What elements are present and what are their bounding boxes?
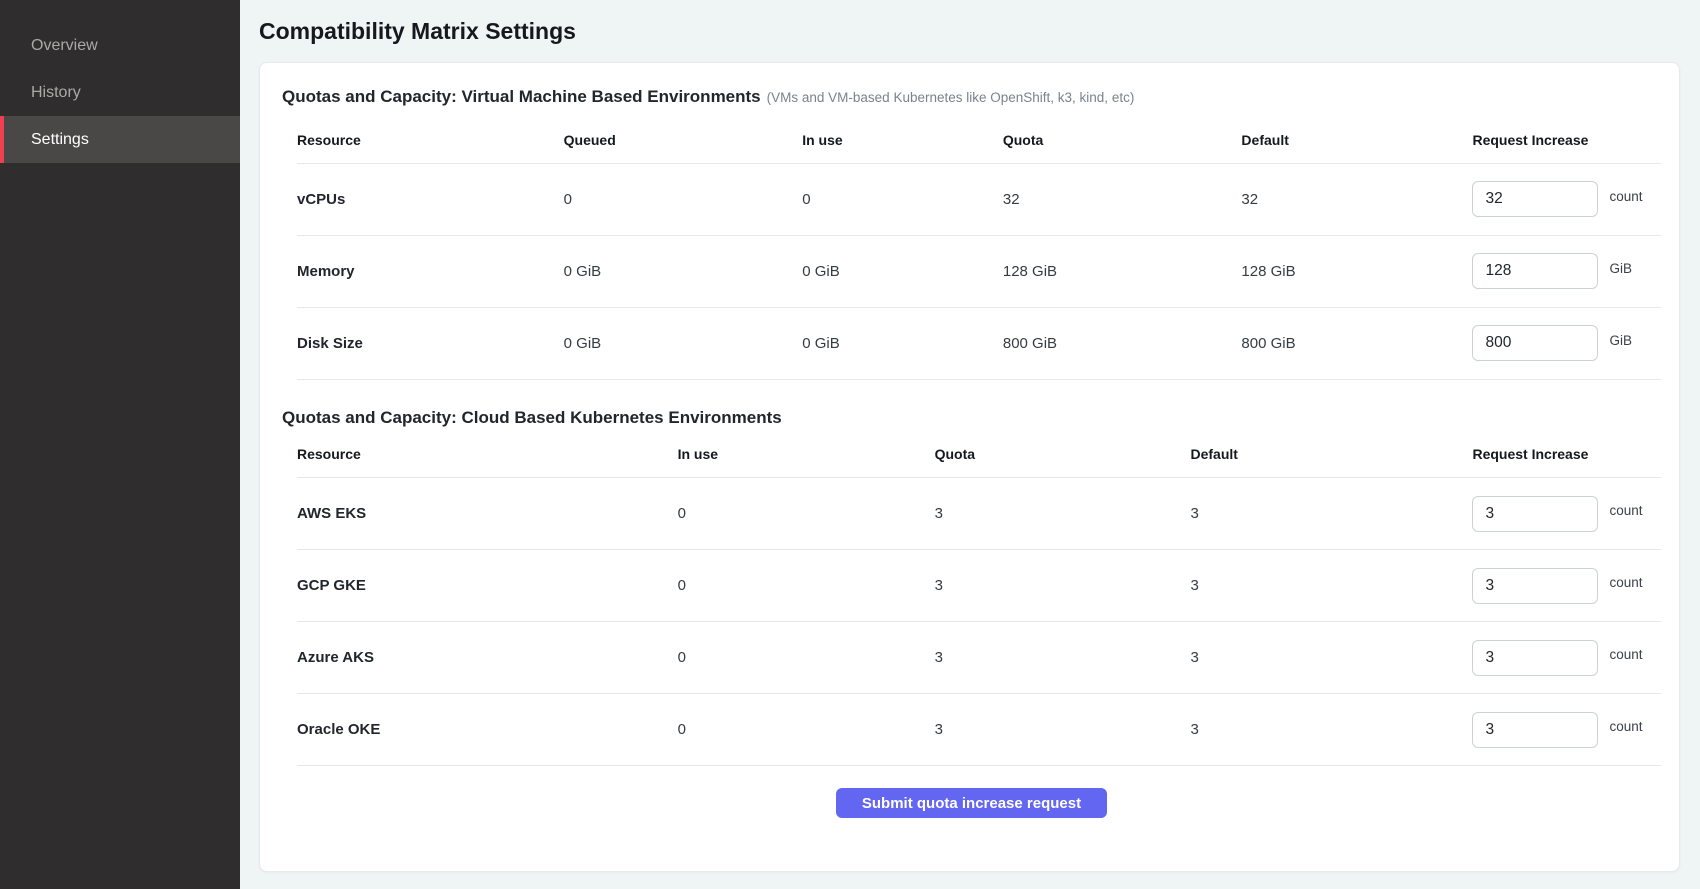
sidebar-item-label: Overview	[31, 37, 98, 55]
default-value: 3	[1191, 550, 1473, 622]
column-header-request-increase: Request Increase	[1472, 432, 1661, 478]
default-value: 3	[1191, 694, 1473, 766]
request-increase-input-memory[interactable]	[1472, 253, 1598, 289]
unit-label: GiB	[1609, 261, 1632, 276]
request-increase-cell: count	[1472, 550, 1661, 622]
vm_section-header-row: ResourceQueuedIn useQuotaDefaultRequest …	[297, 117, 1661, 163]
request-increase-input-disk-size[interactable]	[1472, 325, 1598, 361]
footer-row: Submit quota increase request	[282, 788, 1661, 818]
sidebar-item-overview[interactable]: Overview	[0, 22, 240, 69]
vm-section-subtitle: (VMs and VM-based Kubernetes like OpenSh…	[767, 90, 1135, 105]
vm_section-body: vCPUs003232countMemory0 GiB0 GiB128 GiB1…	[297, 163, 1661, 379]
main-content: Compatibility Matrix Settings Quotas and…	[240, 0, 1700, 889]
sidebar: Overview History Settings	[0, 0, 240, 889]
resource-name: Oracle OKE	[297, 694, 678, 766]
vm-quota-table: ResourceQueuedIn useQuotaDefaultRequest …	[297, 117, 1661, 380]
resource-name: GCP GKE	[297, 550, 678, 622]
resource-name: AWS EKS	[297, 478, 678, 550]
unit-label: count	[1609, 189, 1642, 204]
quota-value: 3	[935, 622, 1191, 694]
default-value: 128 GiB	[1241, 235, 1472, 307]
page-title: Compatibility Matrix Settings	[259, 18, 1680, 45]
settings-card: Quotas and Capacity: Virtual Machine Bas…	[259, 62, 1680, 872]
table-row-vcpus: vCPUs003232count	[297, 163, 1661, 235]
quota-value: 128 GiB	[1003, 235, 1242, 307]
column-header-quota: Quota	[1003, 117, 1242, 163]
request-increase-cell: count	[1472, 694, 1661, 766]
in-use-value: 0	[678, 550, 935, 622]
column-header-request-increase: Request Increase	[1472, 117, 1661, 163]
column-header-in-use: In use	[802, 117, 1003, 163]
queued-value: 0	[564, 163, 803, 235]
request-increase-input-vcpus[interactable]	[1472, 181, 1598, 217]
cloud_section-header-row: ResourceIn useQuotaDefaultRequest Increa…	[297, 432, 1661, 478]
sidebar-item-label: Settings	[31, 131, 89, 149]
cloud-section-title-text: Quotas and Capacity: Cloud Based Kuberne…	[282, 408, 782, 427]
column-header-quota: Quota	[935, 432, 1191, 478]
resource-name: Disk Size	[297, 307, 564, 379]
request-increase-cell: GiB	[1472, 307, 1661, 379]
sidebar-item-settings[interactable]: Settings	[0, 116, 240, 163]
unit-label: count	[1609, 503, 1642, 518]
request-increase-input-azure-aks[interactable]	[1472, 640, 1598, 676]
request-increase-cell: GiB	[1472, 235, 1661, 307]
request-increase-input-aws-eks[interactable]	[1472, 496, 1598, 532]
table-row-disk-size: Disk Size0 GiB0 GiB800 GiB800 GiBGiB	[297, 307, 1661, 379]
sidebar-item-history[interactable]: History	[0, 69, 240, 116]
table-row-azure-aks: Azure AKS033count	[297, 622, 1661, 694]
table-row-gcp-gke: GCP GKE033count	[297, 550, 1661, 622]
unit-label: count	[1609, 575, 1642, 590]
unit-label: GiB	[1609, 333, 1632, 348]
default-value: 32	[1241, 163, 1472, 235]
quota-value: 800 GiB	[1003, 307, 1242, 379]
column-header-resource: Resource	[297, 117, 564, 163]
in-use-value: 0 GiB	[802, 307, 1003, 379]
active-indicator	[0, 116, 4, 163]
request-increase-input-oracle-oke[interactable]	[1472, 712, 1598, 748]
column-header-default: Default	[1191, 432, 1473, 478]
column-header-queued: Queued	[564, 117, 803, 163]
vm-section-title: Quotas and Capacity: Virtual Machine Bas…	[282, 87, 1661, 107]
request-increase-cell: count	[1472, 622, 1661, 694]
queued-value: 0 GiB	[564, 235, 803, 307]
cloud-quota-table: ResourceIn useQuotaDefaultRequest Increa…	[297, 432, 1661, 767]
request-increase-cell: count	[1472, 163, 1661, 235]
cloud_section-body: AWS EKS033countGCP GKE033countAzure AKS0…	[297, 478, 1661, 766]
default-value: 3	[1191, 622, 1473, 694]
vm-section-title-text: Quotas and Capacity: Virtual Machine Bas…	[282, 87, 761, 106]
cloud-section-title: Quotas and Capacity: Cloud Based Kuberne…	[282, 408, 1661, 428]
unit-label: count	[1609, 647, 1642, 662]
sidebar-nav: Overview History Settings	[0, 22, 240, 163]
request-increase-input-gcp-gke[interactable]	[1472, 568, 1598, 604]
sidebar-item-label: History	[31, 84, 81, 102]
column-header-resource: Resource	[297, 432, 678, 478]
in-use-value: 0	[678, 478, 935, 550]
unit-label: count	[1609, 719, 1642, 734]
submit-quota-increase-button[interactable]: Submit quota increase request	[836, 788, 1107, 818]
queued-value: 0 GiB	[564, 307, 803, 379]
default-value: 800 GiB	[1241, 307, 1472, 379]
column-header-default: Default	[1241, 117, 1472, 163]
column-header-in-use: In use	[678, 432, 935, 478]
table-row-oracle-oke: Oracle OKE033count	[297, 694, 1661, 766]
in-use-value: 0	[678, 694, 935, 766]
table-row-aws-eks: AWS EKS033count	[297, 478, 1661, 550]
resource-name: Azure AKS	[297, 622, 678, 694]
quota-value: 32	[1003, 163, 1242, 235]
quota-value: 3	[935, 478, 1191, 550]
resource-name: vCPUs	[297, 163, 564, 235]
in-use-value: 0	[678, 622, 935, 694]
table-row-memory: Memory0 GiB0 GiB128 GiB128 GiBGiB	[297, 235, 1661, 307]
quota-value: 3	[935, 550, 1191, 622]
default-value: 3	[1191, 478, 1473, 550]
in-use-value: 0 GiB	[802, 235, 1003, 307]
resource-name: Memory	[297, 235, 564, 307]
quota-value: 3	[935, 694, 1191, 766]
in-use-value: 0	[802, 163, 1003, 235]
request-increase-cell: count	[1472, 478, 1661, 550]
